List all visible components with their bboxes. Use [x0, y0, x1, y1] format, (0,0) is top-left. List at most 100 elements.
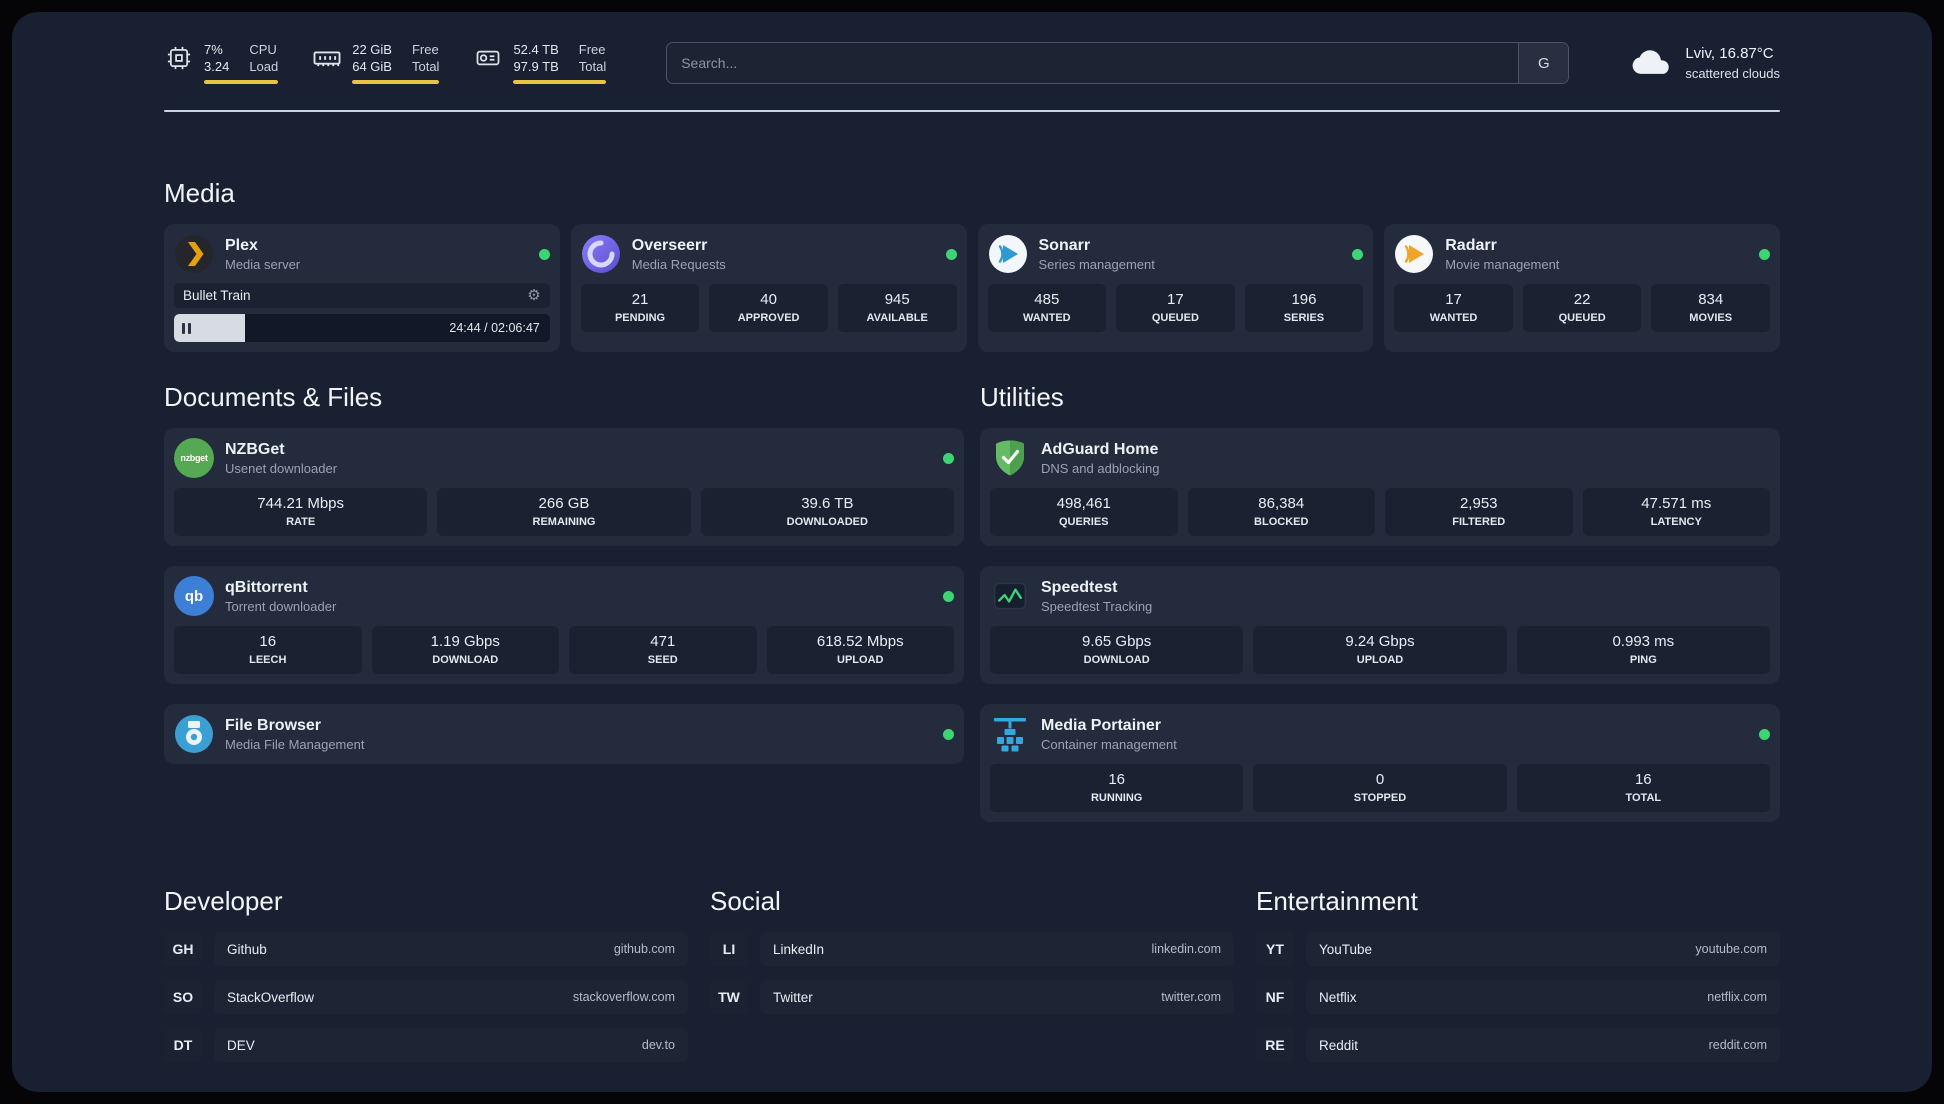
stat-label: WANTED	[1022, 312, 1071, 324]
stat-value: 0.993 ms	[1612, 633, 1675, 650]
sonarr-card[interactable]: Sonarr Series management 485 WANTED 17 Q…	[977, 224, 1374, 352]
entertainment-section-title: Entertainment	[1256, 886, 1418, 916]
social-bookmarks: Social LI LinkedIn linkedin.com TW Twitt…	[710, 886, 1234, 1076]
reddit-link[interactable]: Reddit reddit.com	[1306, 1028, 1780, 1062]
filebrowser-name: File Browser	[225, 717, 322, 734]
portainer-subtitle: Container management	[1041, 737, 1177, 752]
speedtest-graph-icon	[990, 576, 1030, 616]
stat-label: RATE	[286, 516, 316, 528]
linkedin-icon[interactable]: LI	[710, 932, 748, 966]
storage-label-free: Free	[578, 41, 606, 57]
gear-icon[interactable]: ⚙	[527, 288, 540, 303]
youtube-link[interactable]: YouTube youtube.com	[1306, 932, 1780, 966]
plex-card[interactable]: Plex Media server Bullet Train ⚙ 24:44 /…	[164, 224, 560, 352]
adguard-name: AdGuard Home	[1041, 441, 1159, 458]
stat-value: 9.65 Gbps	[1082, 633, 1152, 650]
media-section-title: Media	[164, 178, 235, 208]
memory-usage-bar	[352, 79, 440, 84]
hard-drive-icon	[473, 43, 503, 73]
reddit-icon[interactable]: RE	[1256, 1028, 1294, 1062]
speedtest-card[interactable]: Speedtest Speedtest Tracking 9.65 Gbps D…	[980, 566, 1780, 684]
sonarr-subtitle: Series management	[1038, 257, 1155, 272]
filebrowser-card[interactable]: File Browser Media File Management	[164, 704, 964, 764]
header-divider	[164, 110, 1780, 112]
now-playing-row: Bullet Train ⚙	[174, 283, 550, 308]
stackoverflow-link[interactable]: StackOverflow stackoverflow.com	[214, 980, 688, 1014]
filebrowser-subtitle: Media File Management	[225, 737, 365, 752]
pause-button[interactable]	[182, 322, 194, 334]
sonarr-name: Sonarr	[1038, 237, 1091, 254]
stat-value: 744.21 Mbps	[257, 495, 345, 512]
netflix-link[interactable]: Netflix netflix.com	[1306, 980, 1780, 1014]
adguard-card[interactable]: AdGuard Home DNS and adblocking 498,461 …	[980, 428, 1780, 546]
nzbget-status-dot	[943, 452, 954, 464]
playback-time: 24:44 / 02:06:47	[449, 321, 540, 335]
bookmark-url: reddit.com	[1708, 1038, 1767, 1052]
dev-link[interactable]: DEV dev.to	[214, 1028, 688, 1062]
radarr-name: Radarr	[1445, 237, 1497, 254]
plex-name: Plex	[225, 237, 258, 254]
speedtest-subtitle: Speedtest Tracking	[1041, 599, 1153, 614]
bookmark-name: StackOverflow	[227, 989, 315, 1005]
adguard-subtitle: DNS and adblocking	[1041, 461, 1160, 476]
cpu-label-2: Load	[249, 58, 279, 74]
twitter-link[interactable]: Twitter twitter.com	[760, 980, 1234, 1014]
playback-progress-fill	[174, 314, 246, 342]
stat-value: 9.24 Gbps	[1345, 633, 1415, 650]
portainer-card[interactable]: Media Portainer Container management 16 …	[980, 704, 1780, 822]
stat-label: WANTED	[1429, 312, 1478, 324]
weather-widget: Lviv, 16.87°C scattered clouds	[1629, 44, 1780, 83]
speedtest-stat-ping: 0.993 ms PING	[1516, 626, 1770, 674]
stat-value: 196	[1291, 291, 1317, 308]
now-playing-title: Bullet Train	[183, 288, 251, 303]
qbittorrent-stat-download: 1.19 Gbps DOWNLOAD	[371, 626, 559, 674]
stat-label: AVAILABLE	[866, 312, 928, 324]
youtube-icon[interactable]: YT	[1256, 932, 1294, 966]
github-icon[interactable]: GH	[164, 932, 202, 966]
stat-label: QUEUED	[1558, 312, 1606, 324]
storage-label-total: Total	[578, 58, 607, 74]
nzbget-subtitle: Usenet downloader	[225, 461, 338, 476]
nzbget-card[interactable]: nzbget NZBGet Usenet downloader 744.21 M…	[164, 428, 964, 546]
storage-usage-bar	[513, 79, 607, 84]
adguard-stat-blocked: 86,384 BLOCKED	[1187, 488, 1375, 536]
storage-widget: 52.4 TB 97.9 TB Free Total	[473, 41, 607, 84]
memory-label-free: Free	[411, 41, 439, 57]
search-input[interactable]	[667, 43, 1519, 83]
weather-condition: scattered clouds	[1685, 66, 1780, 81]
search-engine-button[interactable]: G	[1518, 43, 1569, 83]
search-bar: G	[666, 42, 1570, 84]
bookmark-name: YouTube	[1319, 941, 1373, 957]
developer-bookmarks: Developer GH Github github.com SO StackO…	[164, 886, 688, 1076]
bookmark-row-netflix: NF Netflix netflix.com	[1256, 980, 1780, 1014]
linkedin-link[interactable]: LinkedIn linkedin.com	[760, 932, 1234, 966]
stat-value: 16	[1634, 771, 1652, 788]
qbittorrent-status-dot	[943, 590, 954, 602]
memory-free-value: 22 GiB	[352, 41, 392, 57]
radarr-card[interactable]: Radarr Movie management 17 WANTED 22 QUE…	[1384, 224, 1780, 352]
qbittorrent-card[interactable]: qb qBittorrent Torrent downloader 16 LEE…	[164, 566, 964, 684]
bookmark-name: LinkedIn	[773, 941, 825, 957]
bookmark-row-linkedin: LI LinkedIn linkedin.com	[710, 932, 1234, 966]
stat-label: DOWNLOAD	[1083, 654, 1150, 666]
qbittorrent-icon-text: qb	[184, 587, 204, 605]
storage-total-value: 97.9 TB	[513, 58, 559, 74]
twitter-icon[interactable]: TW	[710, 980, 748, 1014]
storage-labels: Free Total	[578, 41, 607, 74]
stackoverflow-icon[interactable]: SO	[164, 980, 202, 1014]
overseerr-card[interactable]: Overseerr Media Requests 21 PENDING 40 A…	[570, 224, 967, 352]
dev-icon[interactable]: DT	[164, 1028, 202, 1062]
netflix-icon[interactable]: NF	[1256, 980, 1294, 1014]
speedtest-name: Speedtest	[1041, 579, 1118, 596]
bookmark-name: Twitter	[773, 989, 813, 1005]
bookmark-url: netflix.com	[1707, 990, 1767, 1004]
storage-values: 52.4 TB 97.9 TB	[513, 42, 559, 74]
adguard-stat-filtered: 2,953 FILTERED	[1385, 488, 1573, 536]
bookmark-row-stackoverflow: SO StackOverflow stackoverflow.com	[164, 980, 688, 1014]
radarr-icon	[1394, 234, 1434, 274]
playback-progress-bar: 24:44 / 02:06:47	[174, 314, 550, 342]
sonarr-status-dot	[1352, 248, 1364, 260]
cloud-icon	[1629, 44, 1673, 83]
github-link[interactable]: Github github.com	[214, 932, 688, 966]
speedtest-stat-download: 9.65 Gbps DOWNLOAD	[990, 626, 1244, 674]
